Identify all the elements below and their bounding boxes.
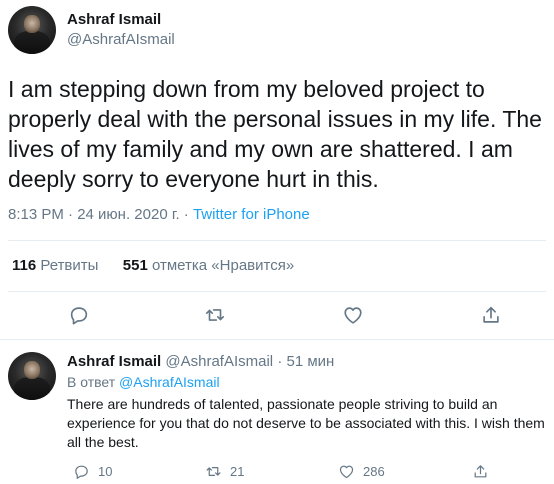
tweet-source-link[interactable]: Twitter for iPhone: [193, 206, 310, 223]
share-icon: [483, 306, 499, 323]
retweets-count: 116: [12, 257, 37, 274]
avatar-face-shape: [24, 360, 40, 379]
reply-to-prefix: В ответ: [67, 374, 116, 390]
reply-tweet[interactable]: Ashraf Ismail @AshrafAIsmail · 51 мин В …: [0, 341, 554, 484]
tweet-text: I am stepping down from my beloved proje…: [8, 76, 542, 192]
tweet-meta: 8:13 PM · 24 июн. 2020 г. · Twitter for …: [8, 206, 310, 223]
heart-icon: [339, 465, 354, 479]
author-avatar[interactable]: [8, 6, 56, 54]
reply-to-mention[interactable]: @AshrafAIsmail: [119, 374, 220, 390]
retweet-icon: [205, 309, 225, 321]
tweet-actions: [0, 300, 554, 332]
reply-button[interactable]: [65, 301, 93, 329]
reply-icon: [75, 465, 88, 479]
reply-author-name[interactable]: Ashraf Ismail: [67, 353, 161, 370]
reply-icon: [70, 307, 88, 325]
reply-retweet-button[interactable]: 21: [205, 463, 244, 480]
reply-share-button[interactable]: [472, 463, 489, 480]
reply-reply-button[interactable]: 10: [73, 463, 112, 480]
avatar-face-shape: [24, 14, 40, 33]
retweet-icon: [206, 467, 221, 476]
share-icon: [474, 465, 487, 478]
reply-author-avatar[interactable]: [8, 352, 56, 400]
reply-like-button[interactable]: 286: [338, 463, 385, 480]
author-handle[interactable]: @AshrafAIsmail: [67, 31, 175, 48]
like-button[interactable]: [339, 301, 367, 329]
retweet-count: 21: [230, 464, 245, 479]
reply-actions: 10 21 286: [67, 461, 547, 483]
reply-text: There are hundreds of talented, passiona…: [67, 396, 545, 450]
reply-author-handle[interactable]: @AshrafAIsmail: [165, 353, 273, 370]
reply-timestamp[interactable]: · 51 мин: [277, 353, 334, 370]
likes-count: 551: [122, 257, 148, 274]
main-tweet: Ashraf Ismail @AshrafAIsmail I am steppi…: [0, 0, 554, 340]
reply-count: 10: [98, 464, 113, 479]
divider: [8, 291, 546, 292]
divider: [8, 240, 546, 241]
share-button[interactable]: [477, 301, 505, 329]
like-count: 286: [363, 464, 385, 479]
likes-stat[interactable]: 551 отметка «Нравится»: [123, 257, 294, 274]
retweet-button[interactable]: [201, 301, 229, 329]
reply-header: Ashraf Ismail @AshrafAIsmail · 51 мин: [67, 353, 334, 370]
reply-to-line: В ответ @AshrafAIsmail: [67, 374, 220, 390]
avatar-body-shape: [13, 376, 51, 400]
avatar-body-shape: [13, 30, 51, 54]
heart-icon: [344, 307, 362, 324]
tweet-stats: 116 Ретвиты 551 отметка «Нравится»: [12, 257, 294, 274]
retweets-label: Ретвиты: [40, 257, 99, 274]
author-name[interactable]: Ashraf Ismail: [67, 11, 161, 28]
retweets-stat[interactable]: 116 Ретвиты: [12, 257, 98, 274]
likes-label: отметка «Нравится»: [151, 257, 295, 274]
tweet-timestamp[interactable]: 8:13 PM · 24 июн. 2020 г. ·: [8, 206, 193, 223]
